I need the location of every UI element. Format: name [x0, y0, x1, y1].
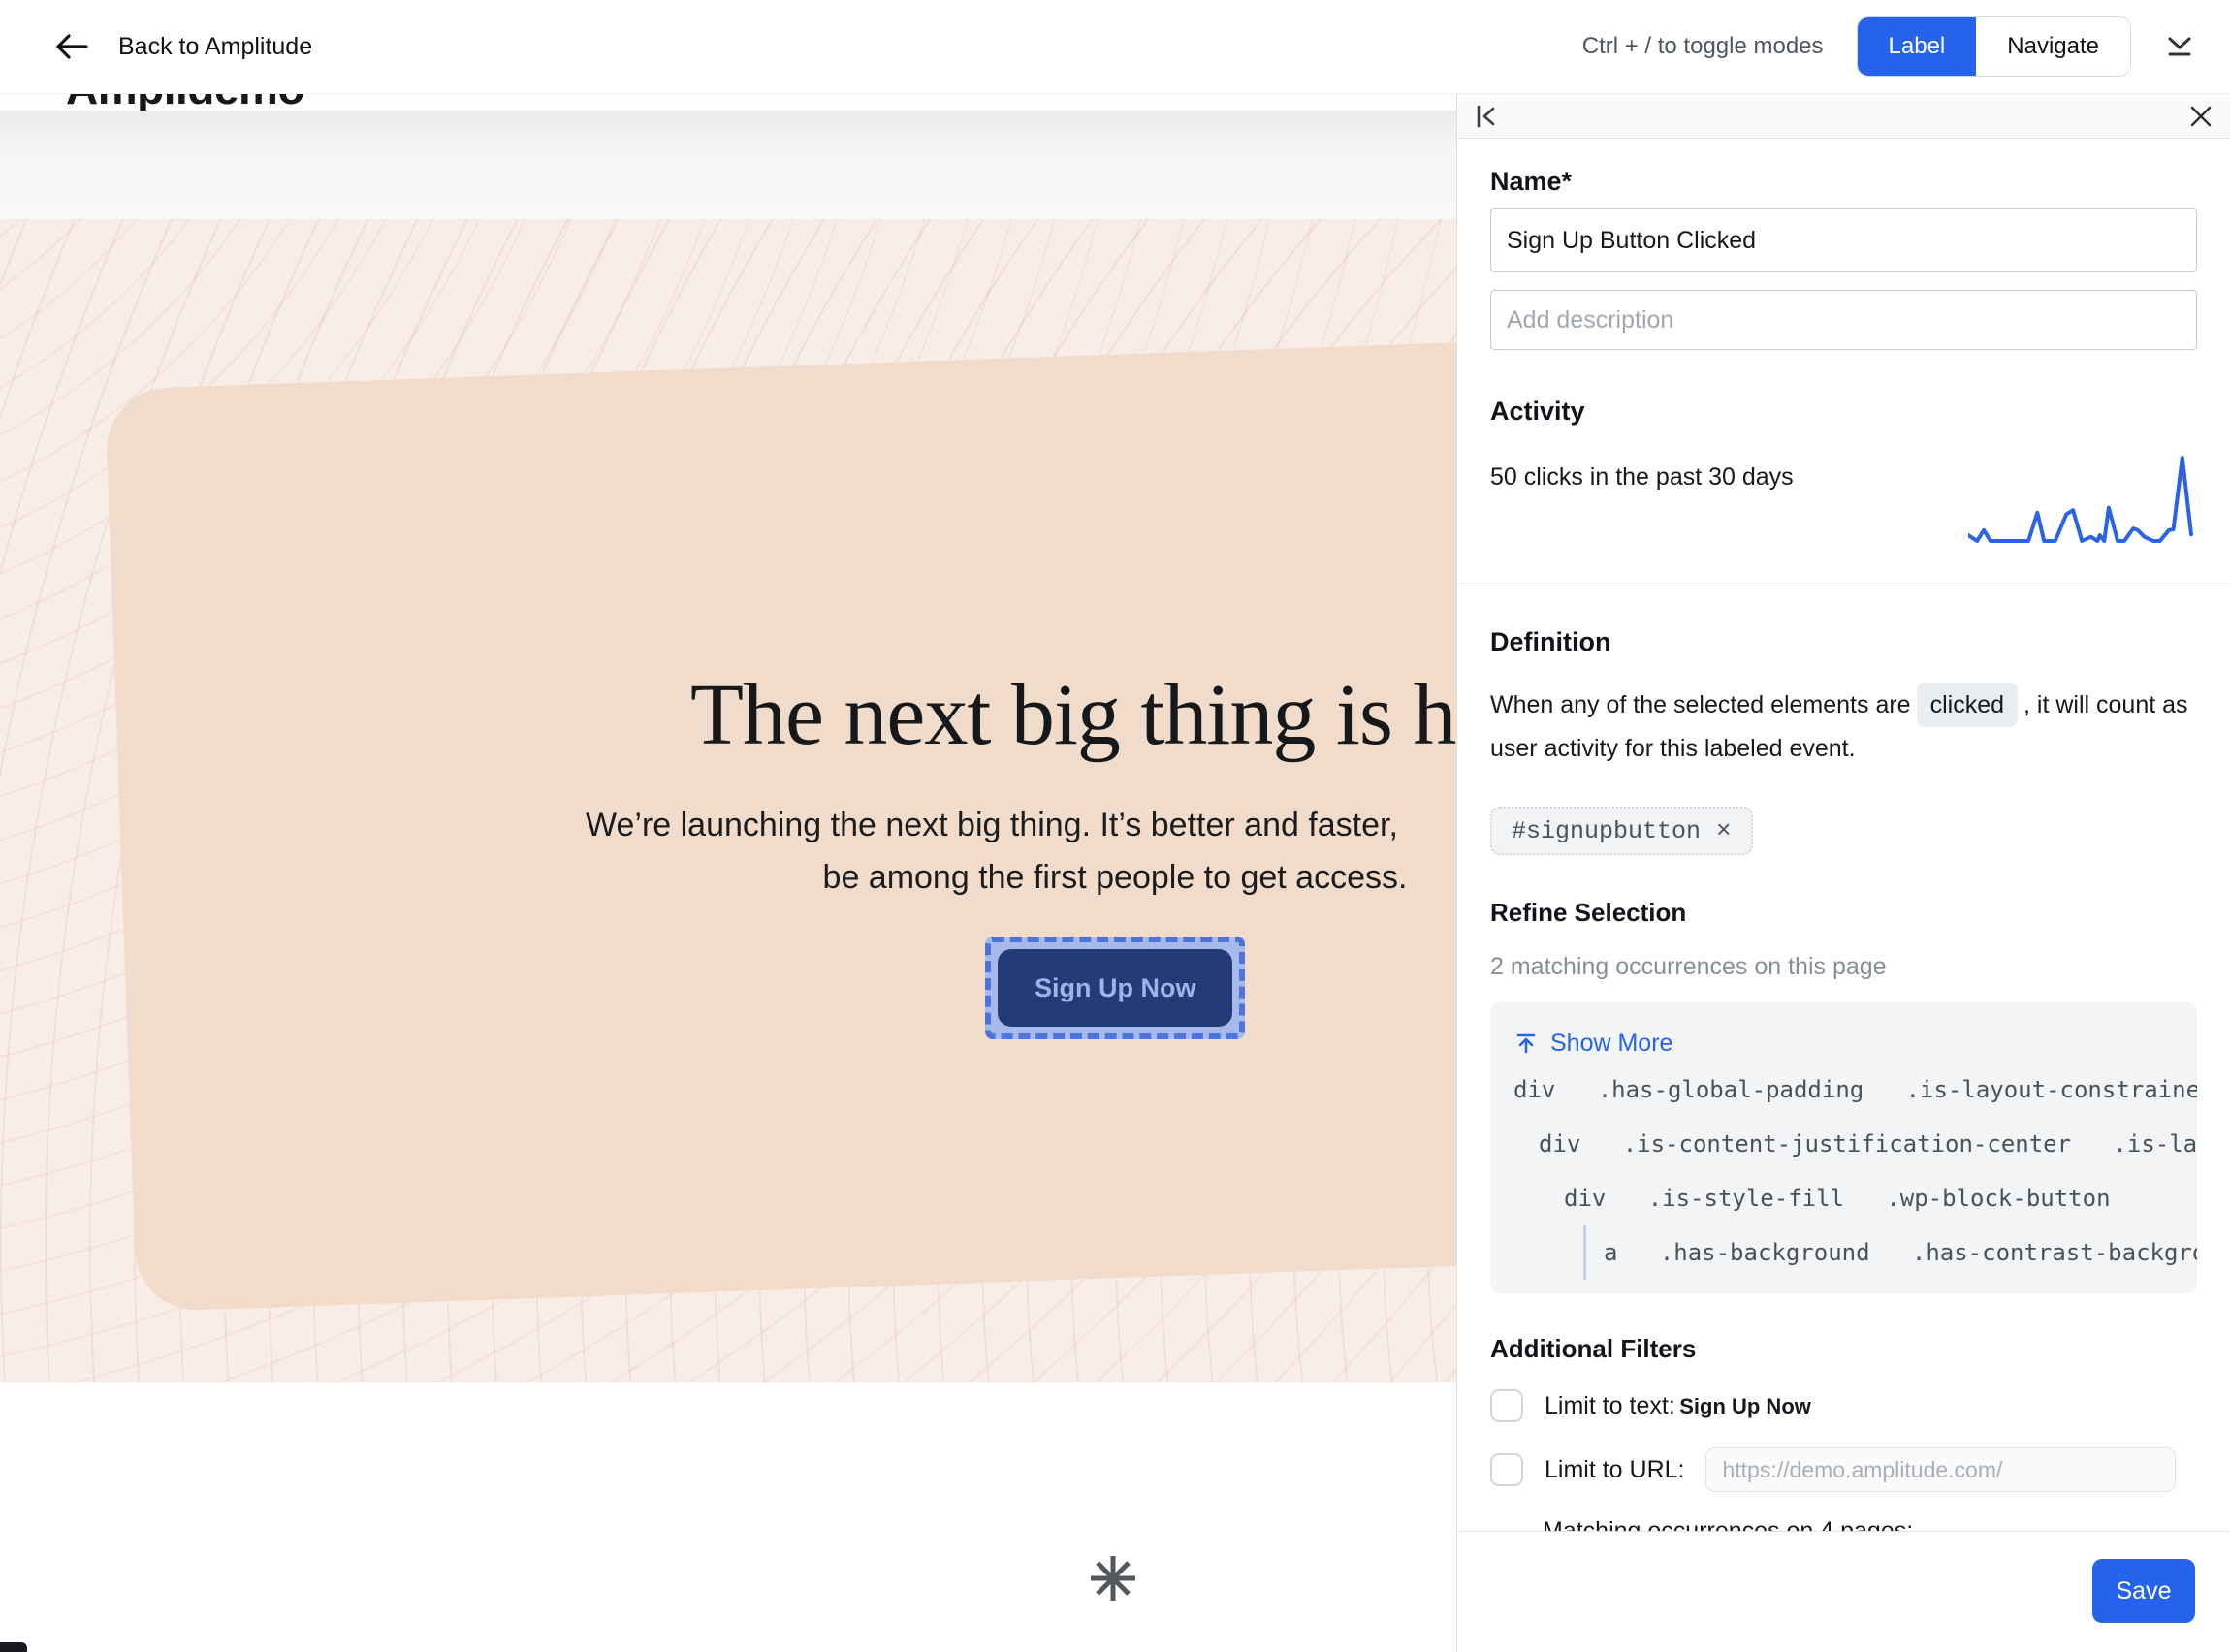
selector-tag-chip[interactable]: #signupbutton × — [1490, 807, 1753, 855]
limit-to-url-label: Limit to URL: — [1545, 1456, 1684, 1484]
activity-sparkline-chart — [1968, 450, 2197, 551]
hero-title: The next big thing is he — [690, 667, 1493, 763]
selector-tag-label: #signupbutton — [1512, 817, 1701, 845]
name-field-label: Name* — [1490, 167, 2197, 197]
definition-heading: Definition — [1490, 627, 2197, 657]
occurrences-text: 2 matching occurrences on this page — [1490, 953, 2197, 981]
show-more-label: Show More — [1550, 1030, 1672, 1058]
trigger-chip: clicked — [1917, 683, 2018, 727]
selector-line-selected[interactable]: a .has-background .has-contrast-backgrou — [1583, 1225, 2197, 1280]
selector-line[interactable]: div .is-style-fill .wp-block-button — [1564, 1171, 2197, 1225]
selector-line[interactable]: div .is-content-justification-center .is… — [1539, 1117, 2197, 1171]
mode-toggle-hint: Ctrl + / to toggle modes — [1582, 33, 1824, 60]
url-input[interactable] — [1705, 1447, 2176, 1492]
definition-text: When any of the selected elements arecli… — [1490, 683, 2197, 770]
selector-tree: Show More div .has-global-padding .is-la… — [1490, 1002, 2197, 1293]
limit-to-text-value: Sign Up Now — [1679, 1394, 1811, 1418]
remove-selector-icon[interactable]: × — [1716, 816, 1732, 845]
show-more-link[interactable]: Show More — [1513, 1024, 2197, 1063]
app-window: Amplidemo The next big thing is he We’re… — [0, 0, 2230, 1652]
activity-heading: Activity — [1490, 397, 2197, 427]
labeled-element-selection: Sign Up Now — [985, 937, 1245, 1039]
panel-collapse-left-icon[interactable] — [1471, 101, 1502, 132]
name-input[interactable] — [1490, 208, 2197, 272]
chevron-collapse-icon[interactable] — [2164, 33, 2195, 60]
label-editor-panel: Name* Activity 50 clicks in the past 30 … — [1456, 93, 2230, 1652]
activity-summary: 50 clicks in the past 30 days — [1490, 450, 1794, 492]
limit-to-url-checkbox[interactable] — [1490, 1453, 1523, 1486]
panel-header — [1457, 93, 2230, 139]
label-mode-button[interactable]: Label — [1858, 17, 1977, 76]
panel-footer: Save — [1457, 1531, 2230, 1652]
refine-selection-heading: Refine Selection — [1490, 898, 2197, 928]
back-arrow-icon[interactable] — [54, 32, 89, 61]
close-icon[interactable] — [2185, 101, 2216, 132]
matching-pages-text: Matching occurrences on 4 pages: — [1543, 1517, 2197, 1532]
navigate-mode-button[interactable]: Navigate — [1976, 17, 2130, 76]
top-toolbar: Back to Amplitude Ctrl + / to toggle mod… — [0, 0, 2230, 94]
corner-widget — [0, 1642, 27, 1652]
additional-filters-heading: Additional Filters — [1490, 1334, 2197, 1364]
save-button[interactable]: Save — [2092, 1559, 2195, 1623]
panel-body: Name* Activity 50 clicks in the past 30 … — [1457, 138, 2230, 1532]
selector-line[interactable]: div .has-global-padding .is-layout-const… — [1513, 1063, 2197, 1117]
mode-segmented-control: Label Navigate — [1857, 16, 2131, 77]
description-input[interactable] — [1490, 290, 2197, 350]
limit-to-text-label: Limit to text: — [1545, 1392, 1675, 1419]
limit-to-text-checkbox[interactable] — [1490, 1389, 1523, 1422]
asterisk-logo-icon — [1088, 1553, 1138, 1604]
hero-subtitle-line1: We’re launching the next big thing. It’s… — [586, 807, 1398, 844]
show-more-icon — [1513, 1031, 1539, 1056]
sign-up-now-button[interactable]: Sign Up Now — [998, 949, 1232, 1027]
back-to-amplitude-link[interactable]: Back to Amplitude — [118, 33, 312, 61]
definition-text-before: When any of the selected elements are — [1490, 691, 1911, 718]
